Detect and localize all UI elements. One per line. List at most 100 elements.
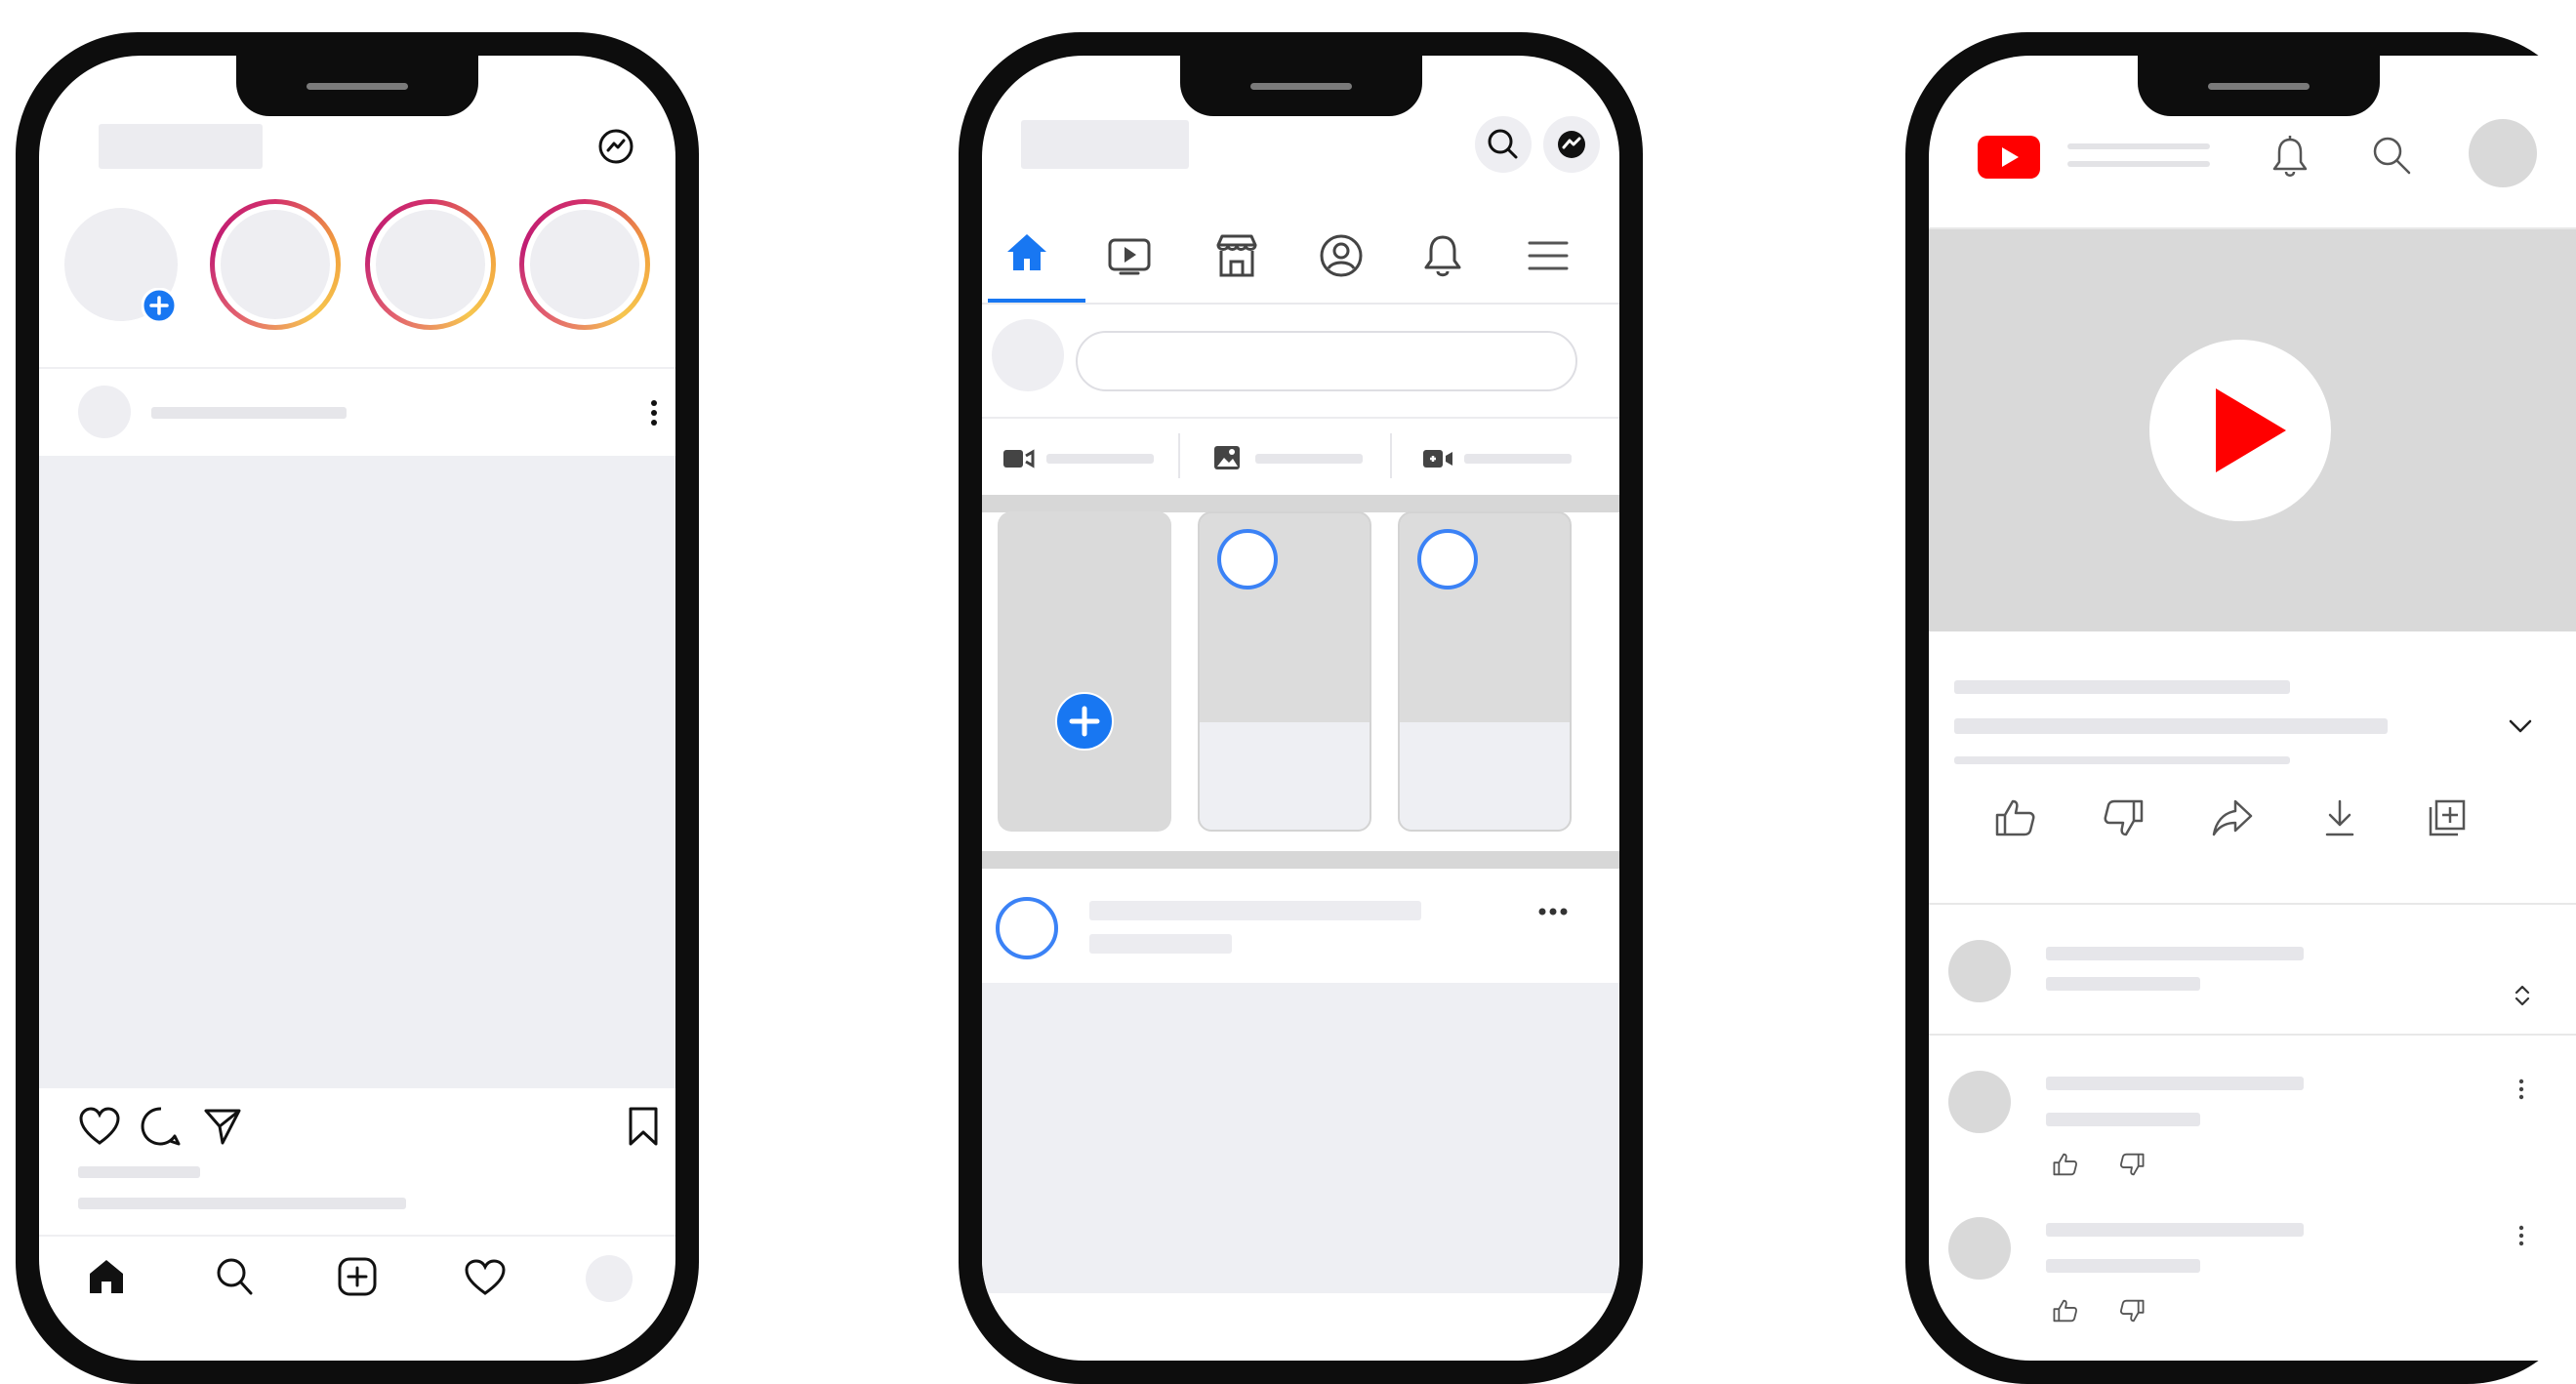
chevron-down-icon[interactable] (2507, 717, 2534, 735)
story-ring-1[interactable] (210, 199, 341, 330)
profile-icon[interactable] (1319, 233, 1364, 278)
save-to-playlist-icon[interactable] (2425, 795, 2470, 840)
facebook-phone-mockup (959, 32, 1643, 1384)
comments-count-placeholder (2046, 977, 2200, 991)
comment-icon[interactable] (141, 1106, 182, 1147)
composer-avatar[interactable] (992, 319, 1064, 391)
comment-author-placeholder (2046, 1223, 2304, 1237)
photo-label-placeholder (1255, 454, 1363, 464)
search-icon[interactable] (2370, 134, 2413, 177)
story-card-2[interactable] (1398, 511, 1572, 832)
facebook-screen (982, 56, 1619, 1361)
youtube-wordmark-placeholder (2067, 143, 2210, 149)
plus-icon[interactable] (142, 288, 177, 323)
download-icon[interactable] (2317, 795, 2362, 840)
avatar[interactable] (2469, 119, 2537, 187)
create-story-card[interactable] (998, 511, 1171, 832)
messenger-icon[interactable] (596, 127, 635, 166)
video-title-placeholder (1954, 718, 2388, 734)
tab-home[interactable] (1005, 231, 1048, 274)
youtube-screen (1929, 56, 2576, 1361)
bell-icon[interactable] (2270, 134, 2310, 179)
notch (236, 56, 478, 116)
menu-icon[interactable] (1527, 239, 1570, 272)
post-author-name-placeholder (1089, 901, 1421, 920)
notch (1179, 56, 1422, 116)
tabs-divider (982, 303, 1619, 305)
bottom-nav-divider (39, 1235, 675, 1237)
notifications-icon[interactable] (1423, 233, 1462, 278)
bookmark-icon[interactable] (628, 1106, 659, 1147)
more-vertical-icon[interactable] (644, 393, 664, 432)
comment-avatar (1948, 1071, 2011, 1133)
plus-icon[interactable] (1055, 692, 1114, 751)
comments-divider (1929, 1034, 2576, 1036)
instagram-logo-placeholder (99, 124, 263, 169)
more-horizontal-icon[interactable] (1536, 905, 1570, 918)
composer-input[interactable] (1076, 331, 1577, 391)
expand-icon[interactable] (2513, 983, 2532, 1008)
post-image-placeholder (982, 983, 1619, 1293)
room-label-placeholder (1464, 454, 1572, 464)
video-title-placeholder (1954, 680, 2290, 694)
facebook-logo-placeholder (1021, 120, 1189, 169)
instagram-phone-mockup (16, 32, 699, 1384)
search-icon[interactable] (1475, 116, 1532, 173)
like-icon[interactable] (2052, 1297, 2079, 1324)
comments-title-placeholder (2046, 947, 2304, 960)
comment-author-placeholder (2046, 1077, 2304, 1090)
actions-divider (1929, 903, 2576, 905)
live-label-placeholder (1046, 454, 1154, 464)
messenger-icon[interactable] (1543, 116, 1600, 173)
watch-icon[interactable] (1107, 237, 1152, 276)
post-image-placeholder (39, 456, 675, 1088)
dislike-icon[interactable] (2118, 1297, 2146, 1324)
youtube-logo[interactable] (1978, 136, 2040, 179)
live-video-icon[interactable] (1002, 446, 1035, 471)
comment-text-placeholder (2046, 1259, 2200, 1273)
share-icon[interactable] (2210, 795, 2255, 840)
marketplace-icon[interactable] (1214, 233, 1259, 278)
youtube-phone-mockup (1905, 32, 2576, 1384)
post-author-avatar[interactable] (996, 897, 1058, 959)
like-icon[interactable] (1993, 795, 2038, 840)
heart-icon[interactable] (78, 1106, 121, 1147)
send-icon[interactable] (203, 1107, 242, 1146)
story-ring-3[interactable] (519, 199, 650, 330)
post-author-name-placeholder (151, 407, 347, 419)
play-icon[interactable] (2149, 340, 2331, 521)
story-ring-2[interactable] (365, 199, 496, 330)
stories-divider (39, 367, 675, 369)
story-card-1[interactable] (1198, 511, 1371, 832)
action-divider (1178, 433, 1180, 478)
more-vertical-icon[interactable] (2515, 1075, 2528, 1104)
comments-avatar (1948, 940, 2011, 1002)
section-separator (982, 495, 1619, 512)
activity-heart-icon[interactable] (464, 1258, 507, 1297)
room-icon[interactable] (1421, 446, 1454, 471)
like-icon[interactable] (2052, 1151, 2079, 1178)
composer-divider (982, 417, 1619, 419)
post-author-avatar[interactable] (78, 386, 131, 438)
photo-icon[interactable] (1212, 444, 1242, 471)
profile-avatar[interactable] (586, 1255, 633, 1302)
story-author-ring (1417, 529, 1478, 590)
caption-placeholder (78, 1198, 406, 1209)
dislike-icon[interactable] (2101, 795, 2146, 840)
comment-text-placeholder (2046, 1113, 2200, 1126)
post-time-placeholder (1089, 934, 1232, 954)
search-icon[interactable] (215, 1256, 254, 1297)
youtube-wordmark-placeholder (2067, 161, 2210, 167)
section-separator (982, 851, 1619, 869)
notch (2138, 56, 2380, 116)
video-player[interactable] (1929, 229, 2576, 631)
action-divider (1390, 433, 1392, 478)
dislike-icon[interactable] (2118, 1151, 2146, 1178)
story-author-ring (1217, 529, 1278, 590)
comment-avatar (1948, 1217, 2011, 1280)
more-vertical-icon[interactable] (2515, 1221, 2528, 1250)
add-post-icon[interactable] (337, 1256, 378, 1297)
likes-count-placeholder (78, 1166, 200, 1178)
video-views-placeholder (1954, 756, 2290, 764)
home-icon[interactable] (86, 1256, 127, 1297)
